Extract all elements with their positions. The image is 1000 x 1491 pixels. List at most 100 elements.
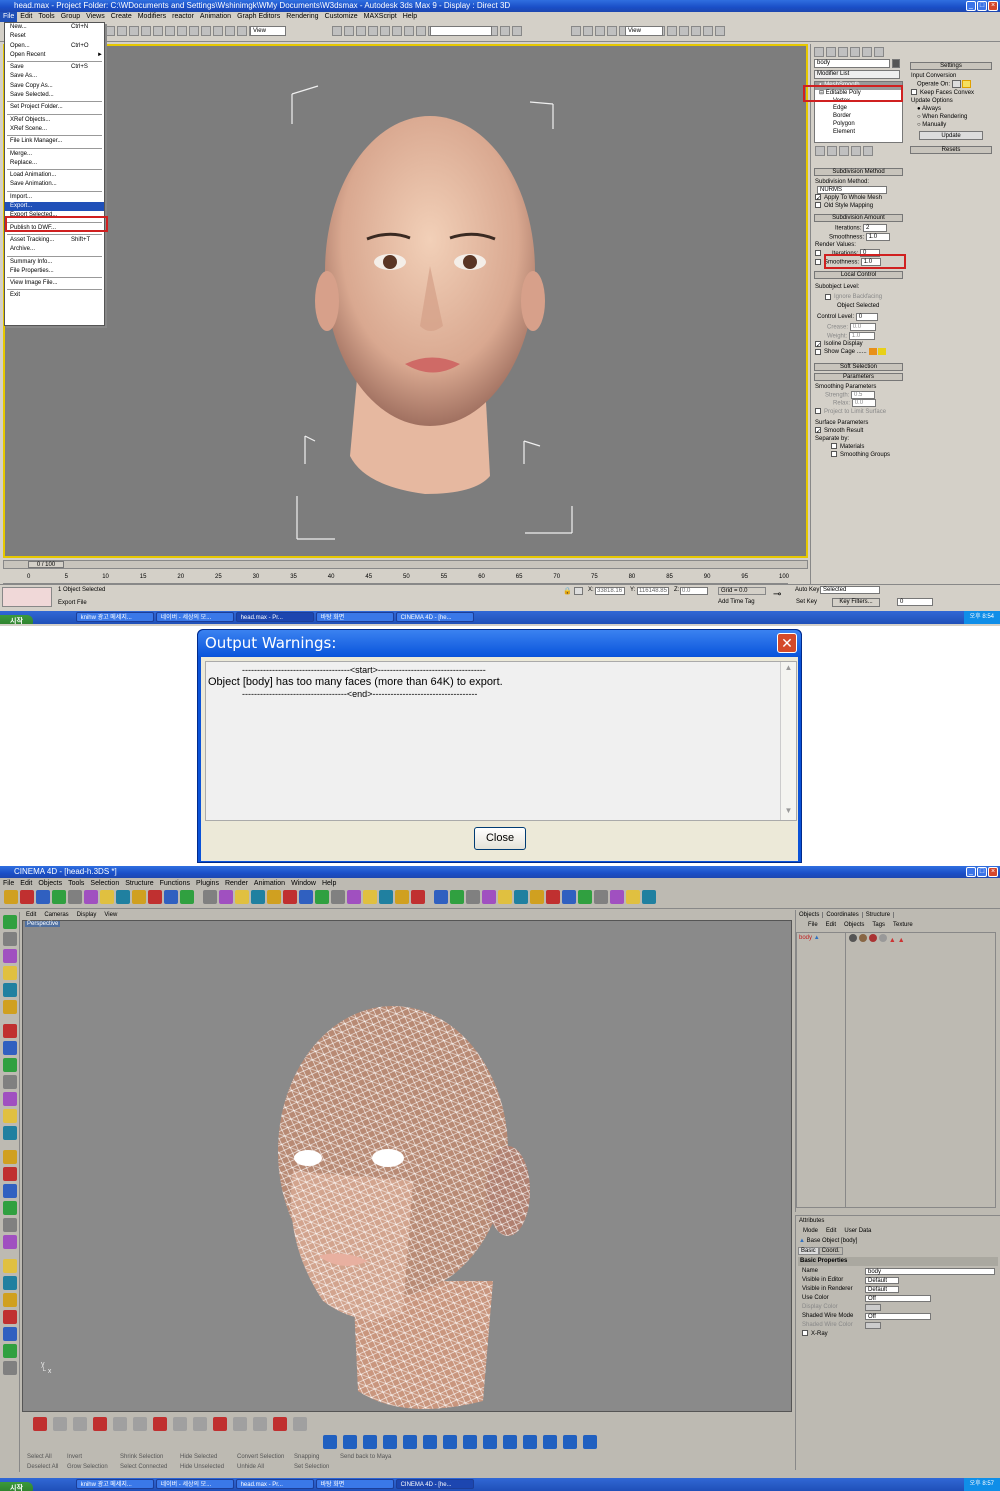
create-tab-icon[interactable] (814, 47, 824, 57)
attribute-menu-edit[interactable]: Edit (822, 1228, 840, 1234)
max-minimize-button[interactable]: _ (966, 1, 976, 11)
c4d-bottom-tool-7-icon[interactable] (153, 1417, 167, 1431)
toolbar-tool-33-icon[interactable] (583, 26, 593, 36)
scroll-down-icon[interactable]: ▼ (781, 805, 796, 820)
c4d-left-tool-6-icon[interactable] (3, 1000, 17, 1014)
max-maximize-button[interactable]: □ (977, 1, 987, 11)
max-close-button[interactable]: × (988, 1, 998, 11)
x-coordinate-field[interactable]: 33818.16 (595, 587, 625, 595)
c4d-start-button[interactable]: 시작 (0, 1482, 33, 1491)
c4d-tool-1-icon[interactable] (4, 890, 18, 904)
c4d-left-tool-24-icon[interactable] (3, 1327, 17, 1341)
toolbar-tool-2-icon[interactable] (117, 26, 127, 36)
attribute-value-use-color[interactable]: Off (865, 1295, 931, 1302)
c4d-tool-31-icon[interactable] (498, 890, 512, 904)
c4d-bottom-tool-22-icon[interactable] (463, 1435, 477, 1449)
material-tag-3-icon[interactable] (868, 934, 877, 942)
file-menu-save-copy-as[interactable]: Save Copy As... (5, 82, 104, 91)
c4d-bottom-tool-26-icon[interactable] (543, 1435, 557, 1449)
project-limit-checkbox[interactable] (815, 408, 821, 415)
parameters-rollout[interactable]: Parameters (814, 372, 903, 381)
material-tag-2-icon[interactable] (858, 934, 867, 942)
toolbar-tool-10-icon[interactable] (213, 26, 223, 36)
file-menu-load-animation[interactable]: Load Animation... (5, 171, 104, 180)
stack-item-edge[interactable]: Edge (815, 105, 902, 113)
object-menu-objects[interactable]: Objects (840, 922, 868, 928)
attribute-value-shaded-wire-color[interactable] (865, 1322, 881, 1329)
bottom-palette-hide-selected[interactable]: Hide Selected (180, 1454, 217, 1460)
toolbar-tool-4-icon[interactable] (141, 26, 151, 36)
c4d-left-tool-8-icon[interactable] (3, 1041, 17, 1055)
bottom-palette-select-connected[interactable]: Select Connected (120, 1464, 167, 1470)
dialog-scrollbar[interactable]: ▲ ▼ (780, 662, 796, 820)
c4d-tool-10-icon[interactable] (148, 890, 162, 904)
toolbar-tool-18-icon[interactable] (356, 26, 366, 36)
c4d-bottom-tool-12-icon[interactable] (253, 1417, 267, 1431)
c4d-tool-29-icon[interactable] (466, 890, 480, 904)
key-mode-icon[interactable]: ⊸ (773, 589, 781, 600)
modify-tab-icon[interactable] (826, 47, 836, 57)
menu-modifiers[interactable]: Modifiers (135, 12, 169, 22)
utilities-tab-icon[interactable] (874, 47, 884, 57)
file-menu-archive[interactable]: Archive... (5, 245, 104, 254)
taskbar-item-1[interactable]: knihw 광고 메세지... (75, 612, 154, 622)
c4d-bottom-tool-15-icon[interactable] (323, 1435, 337, 1449)
attributes-tab[interactable]: Attributes (796, 1216, 1000, 1226)
file-menu-replace[interactable]: Replace... (5, 159, 104, 168)
file-menu-set-project-folder[interactable]: Set Project Folder... (5, 103, 104, 112)
cage-color-swatch-1[interactable] (868, 348, 877, 356)
menu-file[interactable]: File (0, 12, 18, 22)
file-menu-save-as[interactable]: Save As... (5, 72, 104, 81)
c4d-tool-9-icon[interactable] (132, 890, 146, 904)
c4d-left-tool-1-icon[interactable] (3, 915, 17, 929)
c4d-left-tool-15-icon[interactable] (3, 1167, 17, 1181)
c4d-bottom-tool-19-icon[interactable] (403, 1435, 417, 1449)
menu-graph-editors[interactable]: Graph Editors (234, 12, 283, 22)
cage-color-swatch-2[interactable] (877, 348, 886, 356)
c4d-bottom-tool-14-icon[interactable] (293, 1417, 307, 1431)
bottom-palette-set-selection[interactable]: Set Selection (294, 1464, 329, 1470)
c4d-bottom-tool-10-icon[interactable] (213, 1417, 227, 1431)
c4d-bottom-tool-5-icon[interactable] (113, 1417, 127, 1431)
c4d-bottom-tool-3-icon[interactable] (73, 1417, 87, 1431)
smoothing-groups-checkbox[interactable] (831, 451, 837, 458)
object-tab-objects[interactable]: Objects (796, 912, 824, 918)
taskbar-item-2[interactable]: 네이버 - 세상의 모... (155, 1479, 234, 1489)
toolbar-tool-20-icon[interactable] (380, 26, 390, 36)
c4d-left-tool-12-icon[interactable] (3, 1109, 17, 1123)
toolbar-tool-12-icon[interactable] (237, 26, 247, 36)
c4d-left-tool-4-icon[interactable] (3, 966, 17, 980)
toolbar-tool-43-icon[interactable] (703, 26, 713, 36)
c4d-left-tool-9-icon[interactable] (3, 1058, 17, 1072)
track-bar[interactable]: 0 5 10 15 20 25 30 35 40 45 50 55 60 65 70 75 80 85 90 95 10… (3, 571, 789, 584)
viewport-menu-view[interactable]: View (100, 912, 121, 918)
attribute-subtab-coord[interactable]: Coord. (818, 1247, 843, 1255)
c4d-bottom-tool-9-icon[interactable] (193, 1417, 207, 1431)
toolbar-tool-1-icon[interactable] (105, 26, 115, 36)
c4d-bottom-tool-8-icon[interactable] (173, 1417, 187, 1431)
toolbar-tool-19-icon[interactable] (368, 26, 378, 36)
c4d-menu-functions[interactable]: Functions (157, 879, 193, 889)
current-frame-field[interactable]: 0 (897, 598, 933, 606)
start-button[interactable]: 시작 (0, 615, 33, 624)
motion-tab-icon[interactable] (850, 47, 860, 57)
time-slider[interactable]: 0 / 100 (3, 560, 808, 569)
attribute-value-visible-in-editor[interactable]: Default (865, 1277, 899, 1284)
smoothness-spinner[interactable]: 1.0 (865, 232, 890, 241)
c4d-left-tool-2-icon[interactable] (3, 932, 17, 946)
menu-rendering[interactable]: Rendering (283, 12, 321, 22)
c4d-left-tool-14-icon[interactable] (3, 1150, 17, 1164)
max-perspective-viewport[interactable] (3, 44, 808, 558)
stack-item-polygon[interactable]: Polygon (815, 121, 902, 129)
menu-edit[interactable]: Edit (17, 12, 35, 22)
z-coordinate-field[interactable]: 0.0 (680, 587, 708, 595)
c4d-tool-21-icon[interactable] (331, 890, 345, 904)
viewport-menu-display[interactable]: Display (73, 912, 101, 918)
keep-faces-convex-checkbox[interactable] (911, 89, 917, 95)
c4d-left-tool-5-icon[interactable] (3, 983, 17, 997)
file-menu-xref-scene[interactable]: XRef Scene... (5, 125, 104, 134)
attribute-menu-mode[interactable]: Mode (799, 1228, 822, 1234)
toolbar-tool-22-icon[interactable] (404, 26, 414, 36)
subdivision-method-dropdown[interactable]: NURMS (817, 186, 887, 194)
c4d-menu-structure[interactable]: Structure (122, 879, 156, 889)
